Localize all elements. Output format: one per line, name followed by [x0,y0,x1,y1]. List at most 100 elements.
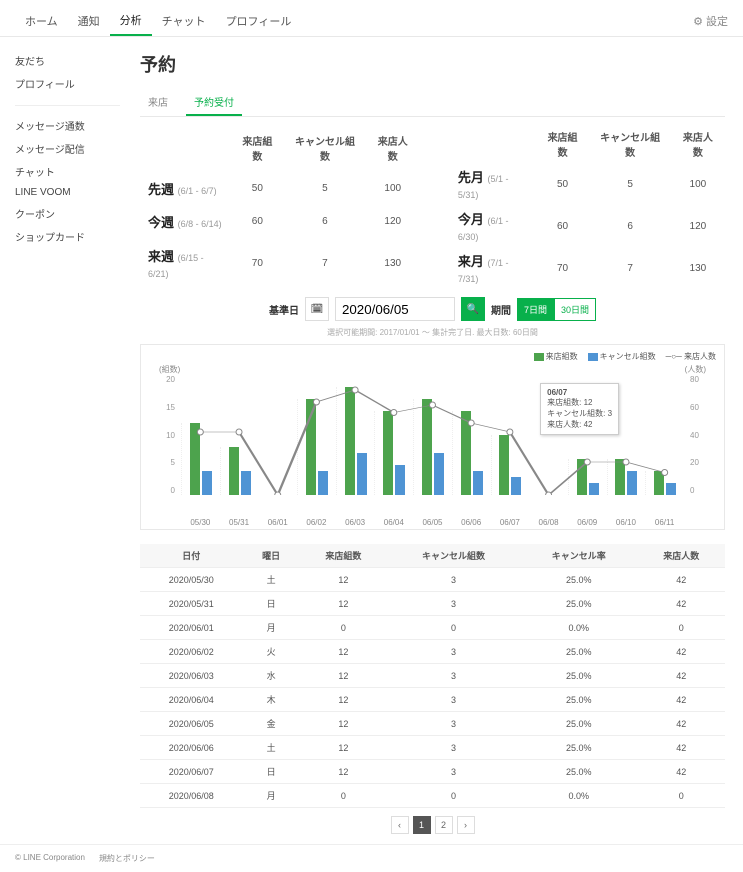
table-cell: 2020/06/02 [140,640,243,664]
sidebar-item[interactable]: プロフィール [15,72,120,95]
chart-slot [452,411,491,495]
sidebar-item[interactable]: メッセージ配信 [15,137,120,160]
chart-slot [491,435,530,495]
table-cell: 2020/06/08 [140,784,243,808]
period-label: 期間 [491,302,511,317]
table-cell: 土 [243,568,300,592]
table-cell: 12 [300,736,387,760]
table-row: 2020/05/30土12325.0%42 [140,568,725,592]
pager-prev[interactable]: ‹ [391,816,409,834]
sum-row-label: 今月 (6/1 - 6/30) [450,205,536,247]
period-pill[interactable]: 7日間 [517,298,554,321]
policy-link[interactable]: 規約とポリシー [99,853,155,864]
bar-cancels [241,471,251,495]
nav-tab[interactable]: 通知 [68,7,110,35]
search-icon[interactable]: 🔍 [461,297,485,321]
sidebar-item[interactable]: LINE VOOM [15,183,120,202]
sum-row-label: 今週 (6/8 - 6/14) [140,205,230,238]
x-tick: 06/08 [529,515,568,527]
table-row: 2020/06/07日12325.0%42 [140,760,725,784]
bar-cancels [666,483,676,495]
chart-slot [297,399,336,495]
right-axis-label: (人数) [685,364,706,375]
sum-value: 60 [536,205,590,247]
chart-slot [220,447,259,495]
chart-slot [645,471,684,495]
bar-cancels [318,471,328,495]
sum-value: 130 [671,247,725,289]
sum-value: 5 [284,172,365,205]
x-tick: 06/09 [568,515,607,527]
table-cell: 金 [243,712,300,736]
bar-visits [383,411,393,495]
base-date-label: 基準日 [269,302,299,317]
sidebar-item[interactable]: クーポン [15,202,120,225]
date-input[interactable] [335,297,455,321]
sidebar-item[interactable]: チャット [15,160,120,183]
nav-tab[interactable]: ホーム [15,7,68,35]
table-cell: 2020/06/01 [140,616,243,640]
table-cell: 12 [300,688,387,712]
table-header: キャンセル組数 [387,544,520,568]
table-cell: 木 [243,688,300,712]
bar-cancels [627,471,637,495]
chart-slot [607,459,646,495]
bar-cancels [511,477,521,495]
sum-value: 6 [284,205,365,238]
nav-tab[interactable]: プロフィール [216,7,302,35]
period-pill[interactable]: 30日間 [554,298,596,321]
table-cell: 25.0% [520,568,638,592]
chart-slot [568,459,607,495]
sidebar-item[interactable]: 友だち [15,49,120,72]
table-header: 日付 [140,544,243,568]
bar-visits [461,411,471,495]
sum-value: 70 [230,238,284,289]
table-cell: 12 [300,760,387,784]
table-cell: 2020/06/07 [140,760,243,784]
pager-page[interactable]: 2 [435,816,453,834]
copyright: © LINE Corporation [15,853,85,864]
settings-link[interactable]: ⚙ 設定 [693,13,728,29]
x-tick: 06/10 [607,515,646,527]
nav-tab[interactable]: チャット [152,7,216,35]
sum-col-header: キャンセル組数 [284,125,365,172]
date-filter-row: 基準日 🗓 🔍 期間 7日間30日間 [140,297,725,321]
nav-tab[interactable]: 分析 [110,6,152,36]
sum-row-label: 先週 (6/1 - 6/7) [140,172,230,205]
chart-slot [413,399,452,495]
table-cell: 42 [638,640,725,664]
table-cell: 12 [300,712,387,736]
pager-next[interactable]: › [457,816,475,834]
top-nav: ホーム通知分析チャットプロフィール ⚙ 設定 [0,0,743,37]
bar-visits [345,387,355,495]
table-cell: 0 [387,616,520,640]
sidebar-item[interactable]: ショップカード [15,225,120,248]
y-ticks-left: 20151050 [145,375,175,495]
table-cell: 3 [387,664,520,688]
x-tick: 06/03 [336,515,375,527]
table-cell: 25.0% [520,712,638,736]
subtab[interactable]: 来店 [140,89,176,116]
pager-page[interactable]: 1 [413,816,431,834]
table-cell: 3 [387,712,520,736]
table-cell: 日 [243,592,300,616]
sum-value: 6 [589,205,670,247]
data-table: 日付曜日来店組数キャンセル組数キャンセル率来店人数2020/05/30土1232… [140,544,725,808]
table-cell: 3 [387,688,520,712]
x-tick: 06/04 [374,515,413,527]
table-cell: 12 [300,592,387,616]
calendar-icon[interactable]: 🗓 [305,297,329,321]
subtab[interactable]: 予約受付 [186,89,242,116]
bar-cancels [395,465,405,495]
bar-cancels [434,453,444,495]
table-cell: 42 [638,592,725,616]
x-tick: 06/11 [645,515,684,527]
bar-cancels [589,483,599,495]
bar-visits [422,399,432,495]
sidebar-item[interactable]: メッセージ通数 [15,114,120,137]
table-cell: 0 [300,616,387,640]
chart-card: 来店組数キャンセル組数─○─ 来店人数 (組数) (人数) 20151050 8… [140,344,725,530]
bar-visits [577,459,587,495]
table-cell: 月 [243,616,300,640]
summary-table: 来店組数キャンセル組数来店人数先月 (5/1 - 5/31)505100今月 (… [450,125,725,289]
